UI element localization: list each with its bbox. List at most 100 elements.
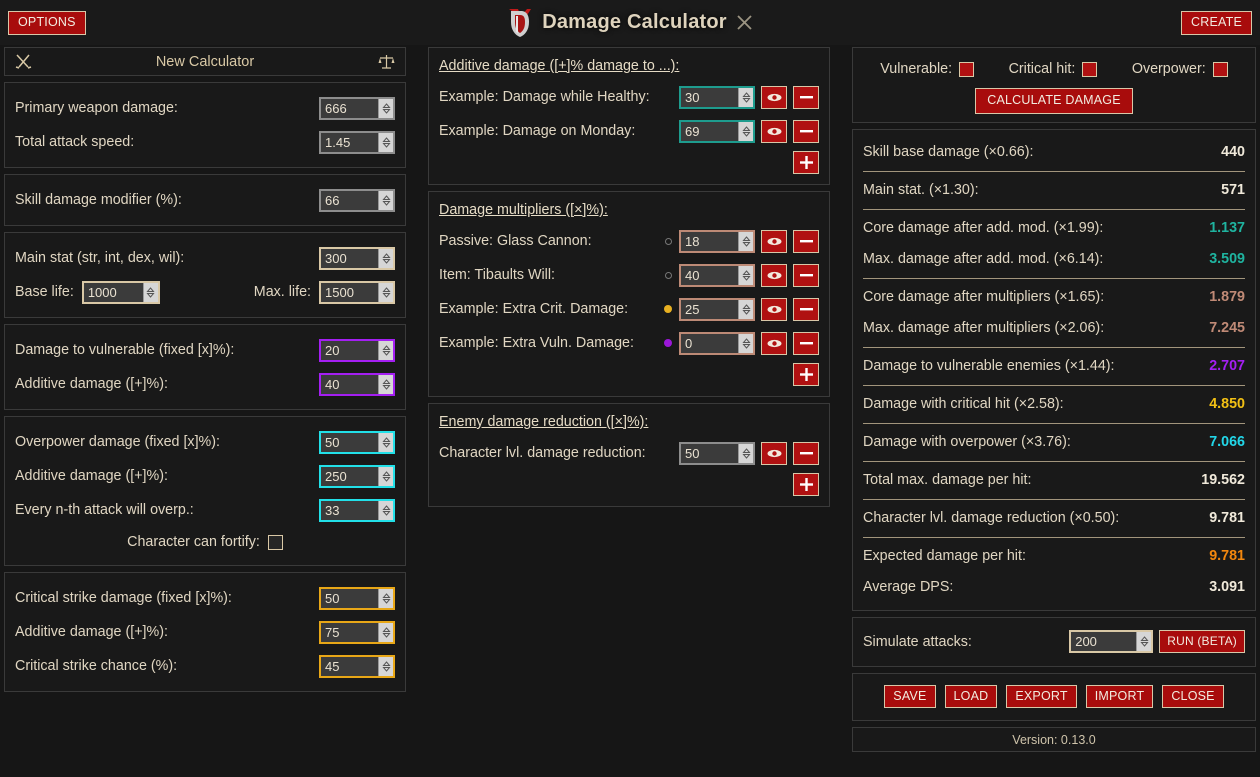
vulnerable-additive-input[interactable]: 40 bbox=[319, 373, 395, 396]
value[interactable]: 75 bbox=[321, 623, 378, 642]
spinner[interactable] bbox=[378, 375, 393, 394]
value[interactable]: 33 bbox=[321, 501, 378, 520]
value[interactable]: 40 bbox=[681, 266, 738, 285]
eye-icon-button[interactable] bbox=[761, 120, 787, 143]
row-total-attack-speed: Total attack speed: 1.45 bbox=[15, 125, 395, 159]
spinner[interactable] bbox=[738, 88, 753, 107]
value[interactable]: 50 bbox=[321, 589, 378, 608]
remove-row-button[interactable] bbox=[793, 264, 819, 287]
value[interactable]: 45 bbox=[321, 657, 378, 676]
value[interactable]: 250 bbox=[321, 467, 378, 486]
value[interactable]: 50 bbox=[321, 433, 378, 452]
crossed-swords-icon[interactable] bbox=[15, 53, 32, 70]
additive-monday-input[interactable]: 69 bbox=[679, 120, 755, 143]
value[interactable]: 1.45 bbox=[321, 133, 378, 152]
value[interactable]: 300 bbox=[321, 249, 378, 268]
result-max-after-add-mod: Max. damage after add. mod. (×6.14): 3.5… bbox=[863, 244, 1245, 275]
value[interactable]: 18 bbox=[681, 232, 738, 251]
multiplier-tibaults-will-input[interactable]: 40 bbox=[679, 264, 755, 287]
eye-icon-button[interactable] bbox=[761, 86, 787, 109]
multiplier-glass-cannon-input[interactable]: 18 bbox=[679, 230, 755, 253]
spinner[interactable] bbox=[378, 341, 393, 360]
spinner[interactable] bbox=[378, 283, 393, 302]
spinner[interactable] bbox=[738, 122, 753, 141]
total-attack-speed-input[interactable]: 1.45 bbox=[319, 131, 395, 154]
calculate-damage-button[interactable]: CALCULATE DAMAGE bbox=[975, 88, 1133, 114]
overpower-additive-input[interactable]: 250 bbox=[319, 465, 395, 488]
eye-icon-button[interactable] bbox=[761, 230, 787, 253]
balance-scale-icon[interactable] bbox=[378, 53, 395, 70]
main-stat-input[interactable]: 300 bbox=[319, 247, 395, 270]
add-multiplier-row-button[interactable] bbox=[793, 363, 819, 386]
multiplier-extra-crit-input[interactable]: 25 bbox=[679, 298, 755, 321]
spinner[interactable] bbox=[738, 334, 753, 353]
load-button[interactable]: LOAD bbox=[945, 685, 998, 709]
eye-icon-button[interactable] bbox=[761, 264, 787, 287]
value[interactable]: 66 bbox=[321, 191, 378, 210]
value[interactable]: 69 bbox=[681, 122, 738, 141]
spinner[interactable] bbox=[378, 249, 393, 268]
value[interactable]: 666 bbox=[321, 99, 378, 118]
vulnerable-checkbox[interactable] bbox=[959, 62, 974, 77]
critical-strike-damage-input[interactable]: 50 bbox=[319, 587, 395, 610]
value[interactable]: 0 bbox=[681, 334, 738, 353]
spinner[interactable] bbox=[378, 501, 393, 520]
remove-row-button[interactable] bbox=[793, 298, 819, 321]
multiplier-extra-vuln-input[interactable]: 0 bbox=[679, 332, 755, 355]
close-button[interactable]: CLOSE bbox=[1162, 685, 1223, 709]
value[interactable]: 30 bbox=[681, 88, 738, 107]
spinner[interactable] bbox=[143, 283, 158, 302]
spinner[interactable] bbox=[378, 589, 393, 608]
close-x-icon[interactable] bbox=[736, 14, 753, 31]
spinner[interactable] bbox=[738, 232, 753, 251]
eye-icon-button[interactable] bbox=[761, 298, 787, 321]
spinner[interactable] bbox=[378, 657, 393, 676]
skill-damage-modifier-input[interactable]: 66 bbox=[319, 189, 395, 212]
value[interactable]: 200 bbox=[1071, 632, 1136, 651]
critical-additive-input[interactable]: 75 bbox=[319, 621, 395, 644]
base-life-input[interactable]: 1000 bbox=[82, 281, 160, 304]
export-button[interactable]: EXPORT bbox=[1006, 685, 1076, 709]
spinner[interactable] bbox=[378, 467, 393, 486]
spinner[interactable] bbox=[378, 133, 393, 152]
value[interactable]: 1000 bbox=[84, 283, 143, 302]
spinner[interactable] bbox=[738, 444, 753, 463]
spinner[interactable] bbox=[1136, 632, 1151, 651]
overpower-damage-input[interactable]: 50 bbox=[319, 431, 395, 454]
overpower-nth-attack-input[interactable]: 33 bbox=[319, 499, 395, 522]
eye-icon-button[interactable] bbox=[761, 442, 787, 465]
value[interactable]: 50 bbox=[681, 444, 738, 463]
value[interactable]: 1500 bbox=[321, 283, 378, 302]
save-button[interactable]: SAVE bbox=[884, 685, 935, 709]
additive-healthy-input[interactable]: 30 bbox=[679, 86, 755, 109]
add-reduction-row-button[interactable] bbox=[793, 473, 819, 496]
remove-row-button[interactable] bbox=[793, 332, 819, 355]
max-life-input[interactable]: 1500 bbox=[319, 281, 395, 304]
spinner[interactable] bbox=[378, 433, 393, 452]
critical-strike-chance-input[interactable]: 45 bbox=[319, 655, 395, 678]
value[interactable]: 20 bbox=[321, 341, 378, 360]
create-button[interactable]: CREATE bbox=[1181, 11, 1252, 35]
character-lvl-reduction-input[interactable]: 50 bbox=[679, 442, 755, 465]
primary-weapon-damage-input[interactable]: 666 bbox=[319, 97, 395, 120]
remove-row-button[interactable] bbox=[793, 442, 819, 465]
value[interactable]: 40 bbox=[321, 375, 378, 394]
spinner[interactable] bbox=[738, 266, 753, 285]
critical-hit-checkbox[interactable] bbox=[1082, 62, 1097, 77]
spinner[interactable] bbox=[738, 300, 753, 319]
spinner[interactable] bbox=[378, 191, 393, 210]
damage-to-vulnerable-input[interactable]: 20 bbox=[319, 339, 395, 362]
eye-icon-button[interactable] bbox=[761, 332, 787, 355]
remove-row-button[interactable] bbox=[793, 120, 819, 143]
remove-row-button[interactable] bbox=[793, 86, 819, 109]
simulate-attacks-input[interactable]: 200 bbox=[1069, 630, 1153, 653]
overpower-checkbox[interactable] bbox=[1213, 62, 1228, 77]
spinner[interactable] bbox=[378, 623, 393, 642]
add-additive-row-button[interactable] bbox=[793, 151, 819, 174]
spinner[interactable] bbox=[378, 99, 393, 118]
value[interactable]: 25 bbox=[681, 300, 738, 319]
import-button[interactable]: IMPORT bbox=[1086, 685, 1154, 709]
run-beta-button[interactable]: RUN (BETA) bbox=[1159, 630, 1245, 653]
remove-row-button[interactable] bbox=[793, 230, 819, 253]
fortify-checkbox[interactable] bbox=[268, 535, 283, 550]
